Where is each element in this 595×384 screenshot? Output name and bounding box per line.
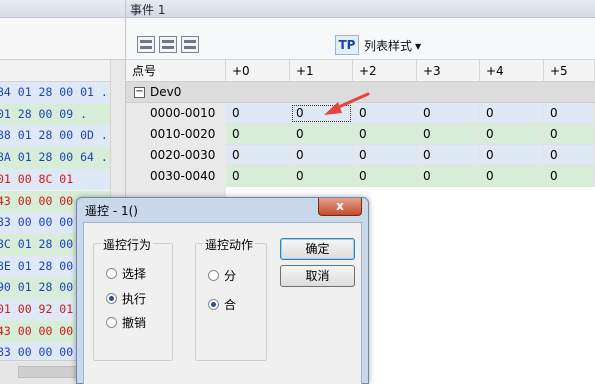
hex-bytes: 8A 01 28 00 64 . xyxy=(0,150,108,165)
table-cell[interactable]: 0 xyxy=(226,145,290,166)
cancel-button[interactable]: 取消 xyxy=(280,265,355,287)
action-groupbox: 遥控行为 选择 执行 撤销 xyxy=(93,236,173,361)
table-row[interactable]: 0010-0020 0 0 0 0 0 0 xyxy=(126,124,595,145)
table-cell[interactable]: 0 xyxy=(226,124,290,145)
column-header-point[interactable]: 点号 xyxy=(126,60,226,82)
close-button[interactable]: x xyxy=(318,198,362,216)
row-label: 0020-0030 xyxy=(126,145,226,166)
hex-bytes: 84 01 28 00 01 . xyxy=(0,85,108,99)
table-cell[interactable]: 0 xyxy=(290,145,353,166)
table-cell[interactable]: 0 xyxy=(480,103,544,124)
radio-label: 选择 xyxy=(122,267,147,281)
table-cell[interactable]: 0 xyxy=(353,124,417,145)
row-label: 0000-0010 xyxy=(126,103,226,124)
table-cell[interactable]: 0 xyxy=(290,166,353,187)
radio-dot-checked[interactable] xyxy=(106,293,117,304)
hex-bytes: 83 00 00 00 xyxy=(0,345,74,360)
radio-cancel[interactable]: 撤销 xyxy=(106,314,146,331)
close-icon: x xyxy=(336,199,344,213)
tp-button[interactable]: TP xyxy=(335,35,359,55)
dialog-body: 遥控行为 选择 执行 撤销 遥控动作 分 合 确定 取消 xyxy=(83,222,362,384)
hex-bytes: 88 01 28 00 0D . xyxy=(0,128,108,143)
hex-log-row[interactable]: 01 00 8C 01 xyxy=(0,168,110,191)
radio-dot-checked[interactable] xyxy=(208,299,219,310)
hex-log-row[interactable]: 8A 01 28 00 64 . xyxy=(0,147,110,169)
table-cell[interactable]: 0 xyxy=(544,166,595,187)
row-label: 0010-0020 xyxy=(126,124,226,145)
table-cell[interactable]: 0 xyxy=(544,124,595,145)
ok-button[interactable]: 确定 xyxy=(280,238,355,260)
table-cell[interactable]: 0 xyxy=(480,124,544,145)
hex-bytes: 01 00 92 01 xyxy=(0,302,74,316)
hex-log-row[interactable]: 84 01 28 00 01 . xyxy=(0,82,110,104)
table-cell[interactable]: 0 xyxy=(480,166,544,187)
column-header[interactable]: +0 xyxy=(226,60,290,82)
motion-groupbox: 遥控动作 分 合 xyxy=(195,236,267,361)
group-label: Dev0 xyxy=(150,85,182,99)
dialog-title: 遥控 - 1() xyxy=(85,204,138,218)
column-header[interactable]: +5 xyxy=(544,60,595,82)
action-group-title: 遥控行为 xyxy=(101,236,154,253)
table-cell[interactable]: 0 xyxy=(544,145,595,166)
radio-label: 分 xyxy=(224,269,237,283)
radio-dot[interactable] xyxy=(106,317,117,328)
radio-label: 撤销 xyxy=(122,316,147,330)
table-cell[interactable]: 0 xyxy=(480,145,544,166)
radio-label: 执行 xyxy=(122,292,147,306)
radio-label: 合 xyxy=(224,298,237,312)
hex-log-row[interactable]: 01 28 00 09 . xyxy=(0,103,110,126)
hex-bytes: 43 00 00 00 xyxy=(0,193,74,208)
table-cell[interactable]: 0 xyxy=(353,145,417,166)
caret-down-icon: ▼ xyxy=(415,42,422,51)
hex-bytes: 01 28 00 09 . xyxy=(0,106,88,121)
row-label: 0030-0040 xyxy=(126,166,226,187)
hex-bytes: 43 00 00 00 xyxy=(0,323,74,338)
column-header[interactable]: +1 xyxy=(290,60,353,82)
motion-group-title: 遥控动作 xyxy=(203,236,256,253)
table-row[interactable]: 0020-0030 0 0 0 0 0 0 xyxy=(126,145,595,166)
column-header[interactable]: +3 xyxy=(417,60,480,82)
column-header[interactable]: +2 xyxy=(353,60,417,82)
event-panel-titlebar: 事件 1 xyxy=(126,0,595,18)
remote-control-dialog: 遥控 - 1() x 遥控行为 选择 执行 撤销 遥控动作 分 合 确定 取消 xyxy=(76,197,369,384)
column-header[interactable]: +4 xyxy=(480,60,544,82)
radio-select[interactable]: 选择 xyxy=(106,265,146,282)
hex-log-row[interactable]: 88 01 28 00 0D . xyxy=(0,125,110,148)
panel-title: 事件 1 xyxy=(130,3,166,17)
table-cell[interactable]: 0 xyxy=(417,145,480,166)
hex-pane-titlebar xyxy=(0,0,125,18)
table-cell[interactable]: 0 xyxy=(353,166,417,187)
radio-dot[interactable] xyxy=(106,268,117,279)
grid-icon[interactable] xyxy=(181,36,199,53)
table-cell[interactable]: 0 xyxy=(417,166,480,187)
hex-pane-toolbar-strip xyxy=(0,18,125,60)
radio-open[interactable]: 分 xyxy=(208,267,236,284)
annotation-arrow-icon xyxy=(324,92,370,115)
radio-execute[interactable]: 执行 xyxy=(106,290,146,307)
list-style-label: 列表样式 xyxy=(364,39,413,53)
table-cell[interactable]: 0 xyxy=(417,103,480,124)
collapse-icon[interactable]: − xyxy=(134,87,145,98)
table-row[interactable]: 0030-0040 0 0 0 0 0 0 xyxy=(126,166,595,187)
toolbar: TP 列表样式 ▼ xyxy=(126,18,595,60)
table-cell[interactable]: 0 xyxy=(290,124,353,145)
grid-icon[interactable] xyxy=(137,36,155,53)
list-style-menu[interactable]: 列表样式 ▼ xyxy=(364,37,421,54)
table-cell[interactable]: 0 xyxy=(226,103,290,124)
hex-pane-header xyxy=(0,60,110,82)
grid-icon[interactable] xyxy=(159,36,177,53)
table-cell[interactable]: 0 xyxy=(226,166,290,187)
table-cell[interactable]: 0 xyxy=(544,103,595,124)
radio-dot[interactable] xyxy=(208,270,219,281)
hex-bytes: 01 00 8C 01 xyxy=(0,171,74,186)
table-cell[interactable]: 0 xyxy=(417,124,480,145)
radio-close[interactable]: 合 xyxy=(208,296,236,313)
hex-bytes: 83 00 00 00 xyxy=(0,215,74,230)
